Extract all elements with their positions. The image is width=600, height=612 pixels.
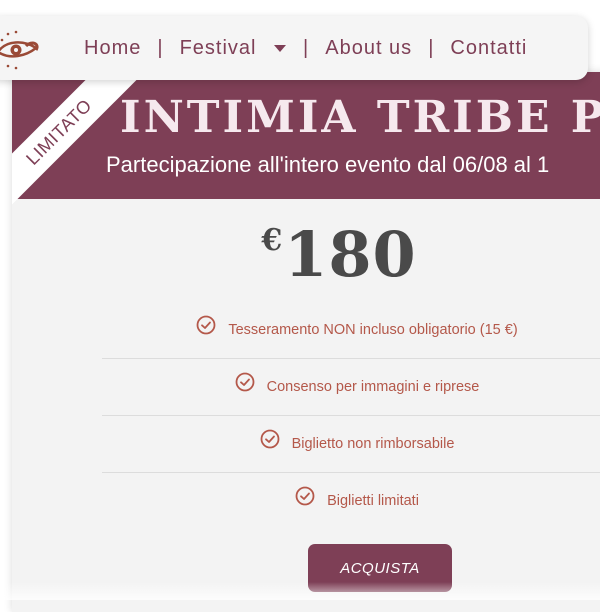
price: €180 xyxy=(12,218,600,291)
feature-label: Tesseramento NON incluso obligatorio (15… xyxy=(228,322,518,338)
feature-item: Biglietto non rimborsabile xyxy=(102,416,600,473)
nav-festival-label[interactable]: Festival xyxy=(180,37,257,59)
feature-label: Biglietti limitati xyxy=(327,493,419,509)
check-circle-icon xyxy=(260,429,279,449)
price-currency: € xyxy=(261,223,283,258)
ticket-card: LIMITATO INTIMIA TRIBE PAS Partecipazion… xyxy=(12,72,600,612)
nav-separator: | xyxy=(428,36,435,59)
nav-links: Home | Festival | About us | Contatti xyxy=(84,16,527,80)
features-list: Tesseramento NON incluso obligatorio (15… xyxy=(102,302,600,529)
eye-logo-icon[interactable] xyxy=(0,26,42,72)
feature-label: Consenso per immagini e riprese xyxy=(266,379,480,395)
pass-subtitle: Partecipazione all'intero evento dal 06/… xyxy=(106,152,550,177)
nav-home[interactable]: Home xyxy=(84,37,141,60)
nav-festival[interactable]: Festival xyxy=(180,37,287,60)
pass-title: INTIMIA TRIBE PAS xyxy=(120,92,600,143)
check-circle-icon xyxy=(295,486,315,506)
nav-contacts[interactable]: Contatti xyxy=(450,37,527,60)
nav-separator: | xyxy=(303,36,310,59)
card-header: LIMITATO INTIMIA TRIBE PAS Partecipazion… xyxy=(12,72,600,219)
feature-label: Biglietto non rimborsabile xyxy=(291,436,455,452)
price-amount: 180 xyxy=(284,218,417,291)
check-circle-icon xyxy=(196,315,216,335)
bottom-fade xyxy=(0,582,600,600)
nav-separator: | xyxy=(157,36,164,59)
top-navbar: Home | Festival | About us | Contatti xyxy=(0,16,588,80)
feature-item: Consenso per immagini e riprese xyxy=(102,359,600,416)
check-circle-icon xyxy=(235,372,255,392)
feature-item: Biglietti limitati xyxy=(102,473,600,529)
nav-about[interactable]: About us xyxy=(325,37,412,60)
caret-down-icon[interactable] xyxy=(273,44,287,53)
feature-item: Tesseramento NON incluso obligatorio (15… xyxy=(102,302,600,359)
